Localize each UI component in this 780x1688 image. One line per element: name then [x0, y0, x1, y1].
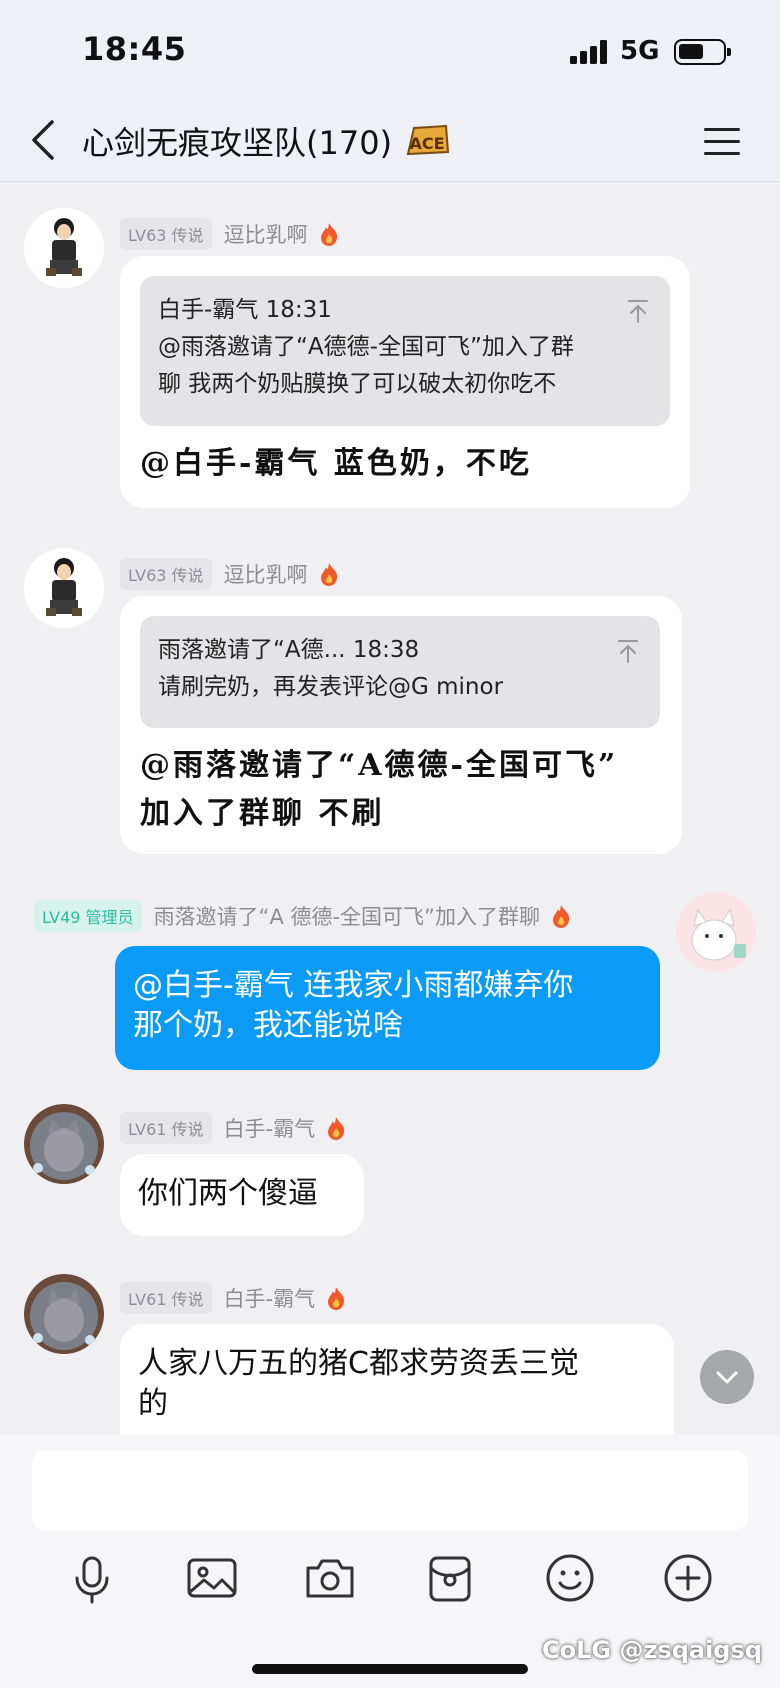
level-badge: LV61 传说: [120, 1282, 212, 1314]
fire-icon: [552, 905, 570, 928]
message-bubble[interactable]: 人家八万五的猪C都求劳资丢三觉 的: [120, 1324, 674, 1434]
sender-name[interactable]: 白手-霸气: [224, 1113, 316, 1143]
avatar[interactable]: [676, 892, 756, 972]
message-text-line: 的: [138, 1386, 168, 1421]
level-badge: LV63 传说: [120, 218, 212, 250]
jump-to-message-icon[interactable]: [616, 638, 640, 664]
avatar[interactable]: [24, 208, 104, 288]
chevron-left-icon: [32, 120, 54, 160]
message-input[interactable]: [32, 1450, 748, 1530]
message-meta: LV49 管理员 雨落邀请了“A 德德-全国可飞”加入了群聊: [34, 900, 572, 932]
quote-text: @雨落邀请了“A德德-全国可飞”加入了群: [158, 334, 574, 360]
sender-name[interactable]: 逗比乳啊: [224, 219, 308, 249]
message-meta: LV63 传说 逗比乳啊: [120, 218, 340, 250]
group-title[interactable]: 心剑无痕攻坚队(170): [82, 118, 392, 164]
message-text-line: @白手-霸气 连我家小雨都嫌弃你: [133, 968, 574, 1003]
chat-list[interactable]: LV63 传说 逗比乳啊 白手-霸气 18:31 @雨落邀请了“A德德-全国可飞…: [0, 182, 780, 1434]
back-button[interactable]: [24, 114, 72, 166]
message-item-self: LV49 管理员 雨落邀请了“A 德德-全国可飞”加入了群聊 @白手-霸气 连我…: [0, 888, 780, 1070]
message-bubble[interactable]: 雨落邀请了“A德... 18:38 请刷完奶，再发表评论@G minor @雨落…: [120, 596, 682, 854]
message-meta: LV61 传说 白手-霸气: [120, 1282, 347, 1314]
level-badge: LV61 传说: [120, 1112, 212, 1144]
message-bubble[interactable]: 你们两个傻逼: [120, 1154, 364, 1236]
quote-header: 白手-霸气 18:31: [158, 297, 332, 323]
message-item: LV63 传说 逗比乳啊 白手-霸气 18:31 @雨落邀请了“A德德-全国可飞…: [0, 204, 780, 508]
status-bar: 18:45 5G: [0, 0, 780, 100]
image-icon[interactable]: [184, 1550, 240, 1606]
fire-icon: [328, 1117, 345, 1140]
status-time: 18:45: [82, 30, 187, 68]
message-bubble-self[interactable]: @白手-霸气 连我家小雨都嫌弃你 那个奶，我还能说啥: [115, 946, 660, 1070]
camera-icon[interactable]: [302, 1550, 358, 1606]
message-meta: LV61 传说 白手-霸气: [120, 1112, 347, 1144]
fire-icon: [328, 1287, 345, 1310]
message-text-line: 你们两个傻逼: [138, 1176, 318, 1211]
quote-header: 雨落邀请了“A德... 18:38: [158, 637, 420, 663]
admin-level-badge: LV49 管理员: [34, 900, 142, 932]
chat-header: 心剑无痕攻坚队(170) ACE: [0, 100, 780, 182]
avatar-icon: [24, 1274, 104, 1354]
quoted-message[interactable]: 雨落邀请了“A德... 18:38 请刷完奶，再发表评论@G minor: [140, 616, 660, 728]
jump-to-message-icon[interactable]: [626, 298, 650, 324]
avatar-icon: [24, 1104, 104, 1184]
message-item: LV63 传说 逗比乳啊 雨落邀请了“A德... 18:38 请刷完奶，再发表评…: [0, 544, 780, 864]
message-text-line: 加入了群聊 不刷: [140, 796, 385, 831]
avatar[interactable]: [24, 1274, 104, 1354]
menu-button[interactable]: [700, 120, 746, 162]
avatar-icon: [676, 892, 756, 972]
svg-text:ACE: ACE: [409, 134, 444, 153]
message-bubble[interactable]: 白手-霸气 18:31 @雨落邀请了“A德德-全国可飞”加入了群 聊 我两个奶贴…: [120, 256, 690, 508]
fire-icon: [320, 223, 337, 246]
red-packet-icon[interactable]: [422, 1550, 478, 1606]
chevron-down-icon: [716, 1371, 738, 1384]
avatar[interactable]: [24, 1104, 104, 1184]
avatar[interactable]: [24, 548, 104, 628]
microphone-icon[interactable]: [64, 1550, 120, 1606]
quote-text: 请刷完奶，再发表评论@G minor: [158, 674, 504, 700]
scroll-to-bottom-button[interactable]: [700, 1350, 754, 1404]
message-meta: LV63 传说 逗比乳啊: [120, 558, 340, 590]
message-text-line: 那个奶，我还能说啥: [133, 1008, 403, 1043]
sender-name[interactable]: 逗比乳啊: [224, 559, 308, 589]
fire-icon: [320, 563, 337, 586]
battery-icon: [674, 39, 731, 65]
sender-name[interactable]: 雨落邀请了“A 德德-全国可飞”加入了群聊: [154, 901, 540, 931]
quote-text: 聊 我两个奶贴膜换了可以破太初你吃不: [158, 371, 557, 397]
emoji-icon[interactable]: [542, 1550, 598, 1606]
message-text-line: @雨落邀请了“A德德-全国可飞”: [140, 748, 619, 783]
avatar-icon: [24, 548, 104, 628]
home-indicator[interactable]: [252, 1664, 528, 1674]
watermark: CoLG @zsqaigsq: [542, 1636, 762, 1664]
ace-badge-icon: ACE: [406, 124, 450, 156]
message-text: @雨落邀请了“A德德-全国可飞” 加入了群聊 不刷: [140, 742, 618, 838]
avatar-icon: [24, 208, 104, 288]
sender-name[interactable]: 白手-霸气: [224, 1283, 316, 1313]
message-text: @白手-霸气 蓝色奶，不吃: [140, 446, 532, 481]
network-label: 5G: [620, 36, 660, 66]
signal-icon: [570, 40, 610, 64]
plus-icon[interactable]: [660, 1550, 716, 1606]
quoted-message[interactable]: 白手-霸气 18:31 @雨落邀请了“A德德-全国可飞”加入了群 聊 我两个奶贴…: [140, 276, 670, 426]
message-item: LV61 传说 白手-霸气 人家八万五的猪C都求劳资丢三觉 的: [0, 1274, 780, 1434]
message-text-line: 人家八万五的猪C都求劳资丢三觉: [138, 1346, 579, 1381]
message-item: LV61 传说 白手-霸气 你们两个傻逼: [0, 1104, 780, 1254]
level-badge: LV63 传说: [120, 558, 212, 590]
